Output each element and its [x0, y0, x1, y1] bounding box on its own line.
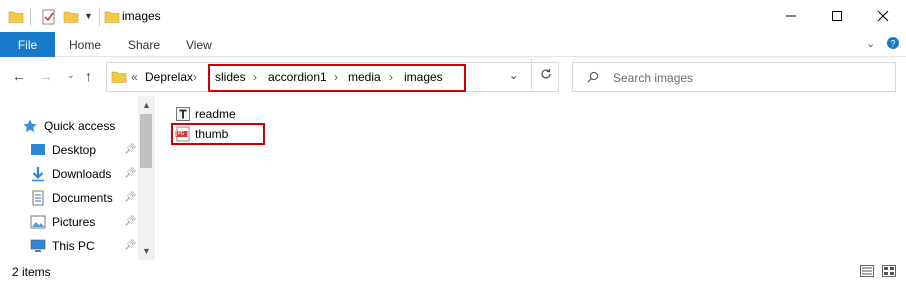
- search-input[interactable]: Search images: [572, 62, 896, 92]
- item-count: 2 items: [12, 265, 51, 279]
- status-bar: 2 items: [0, 260, 906, 284]
- text-file-icon: [175, 106, 193, 122]
- svg-text:?: ?: [890, 39, 895, 49]
- computer-icon: [30, 238, 48, 254]
- nav-item-pictures[interactable]: Pictures: [30, 212, 95, 232]
- nav-item-label: Quick access: [44, 119, 116, 133]
- scrollbar-thumb[interactable]: [140, 114, 152, 168]
- nav-item-quick-access[interactable]: Quick access: [22, 116, 115, 136]
- nav-item-desktop[interactable]: Desktop: [30, 140, 96, 160]
- tab-view[interactable]: View: [186, 32, 212, 57]
- details-view-icon[interactable]: [860, 265, 874, 277]
- nav-item-label: Downloads: [52, 167, 112, 181]
- pictures-icon: [30, 214, 48, 230]
- forward-arrow-icon[interactable]: →: [39, 68, 53, 84]
- maximize-icon[interactable]: [814, 0, 860, 32]
- tab-home[interactable]: Home: [69, 32, 101, 57]
- help-icon[interactable]: ?: [886, 36, 900, 53]
- navigation-bar: ← → ⌄ ↑ « Deprelax › slides › accordion1…: [0, 58, 906, 96]
- search-icon: [587, 71, 599, 86]
- title-bar: ▼ images: [0, 0, 906, 34]
- nav-item-downloads[interactable]: Downloads: [30, 164, 111, 184]
- pin-icon[interactable]: 📌︎: [124, 168, 137, 179]
- breadcrumb-deprelax[interactable]: Deprelax: [145, 70, 193, 84]
- pin-icon[interactable]: 📌︎: [124, 192, 137, 203]
- scroll-up-icon[interactable]: ▲: [142, 100, 151, 110]
- refresh-icon[interactable]: [531, 59, 560, 89]
- search-placeholder: Search images: [613, 71, 694, 85]
- address-bar[interactable]: « Deprelax › slides › accordion1 › media…: [106, 59, 560, 92]
- scroll-down-icon[interactable]: ▼: [142, 246, 151, 256]
- tab-file[interactable]: File: [0, 32, 55, 57]
- recent-locations-icon[interactable]: ⌄: [67, 70, 75, 81]
- pin-icon[interactable]: 📌︎: [124, 144, 137, 155]
- expand-ribbon-icon[interactable]: ⌄: [866, 37, 875, 50]
- star-icon: [22, 118, 40, 134]
- up-arrow-icon[interactable]: ↑: [85, 68, 92, 84]
- list-item[interactable]: readme: [175, 104, 236, 124]
- desktop-icon: [30, 142, 48, 158]
- download-icon: [30, 166, 48, 182]
- file-list: readme JPG thumb: [157, 96, 906, 260]
- tab-share[interactable]: Share: [128, 32, 160, 57]
- properties-icon[interactable]: [41, 9, 57, 28]
- pin-icon[interactable]: 📌︎: [124, 216, 137, 227]
- navigation-pane: Quick access Desktop 📌︎ Downloads 📌︎ Doc…: [0, 96, 155, 260]
- nav-item-label: Desktop: [52, 143, 97, 157]
- folder-icon: [104, 9, 120, 28]
- separator: [30, 8, 31, 26]
- documents-icon: [30, 190, 48, 206]
- new-folder-icon[interactable]: [63, 9, 79, 28]
- folder-icon: [111, 69, 127, 88]
- large-icons-view-icon[interactable]: [882, 265, 896, 277]
- nav-item-label: Pictures: [52, 215, 96, 229]
- separator: [99, 8, 100, 26]
- file-highlight-box: [171, 123, 265, 145]
- file-name: readme: [195, 107, 236, 121]
- breadcrumb-highlight-box: [208, 64, 466, 92]
- folder-icon: [8, 9, 24, 28]
- pin-icon[interactable]: 📌︎: [124, 240, 137, 251]
- nav-pane-scrollbar[interactable]: ▲ ▼: [138, 96, 155, 260]
- customize-qat-icon[interactable]: ▼: [84, 11, 93, 21]
- ribbon: File Home Share View ⌄ ?: [0, 32, 906, 57]
- nav-item-label: Documents: [52, 191, 113, 205]
- window-title: images: [122, 9, 161, 23]
- back-arrow-icon[interactable]: ←: [12, 68, 26, 84]
- minimize-icon[interactable]: [768, 0, 814, 32]
- close-icon[interactable]: [860, 0, 906, 32]
- nav-item-label: This PC: [52, 239, 95, 253]
- nav-item-documents[interactable]: Documents: [30, 188, 113, 208]
- nav-item-this-pc[interactable]: This PC: [30, 236, 95, 256]
- address-root-marker[interactable]: «: [131, 70, 138, 84]
- address-history-chevron-icon[interactable]: ⌄: [509, 69, 518, 82]
- breadcrumb-separator[interactable]: ›: [193, 70, 197, 84]
